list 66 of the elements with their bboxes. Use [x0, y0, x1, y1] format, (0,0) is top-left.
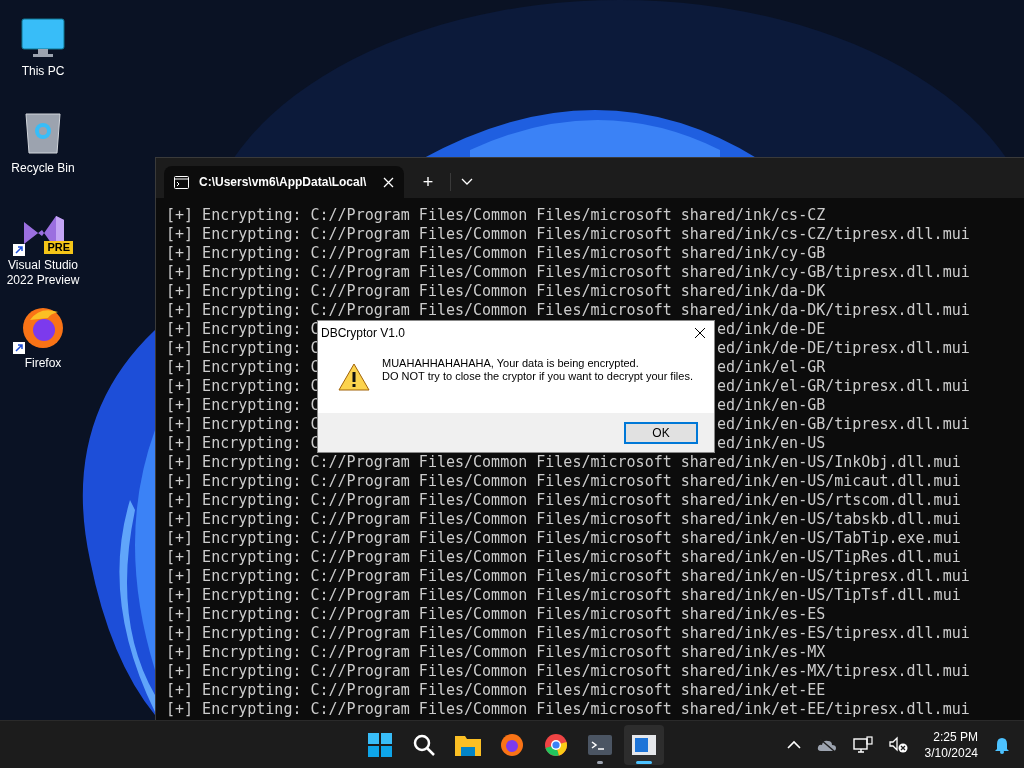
terminal-line: [+] Encrypting: C://Program Files/Common Files/microsoft shared/ink/es-MX/tipresx.dll.mui	[166, 662, 970, 681]
terminal-line: ed/ink/el-GR/tipresx.dll.mui	[716, 377, 970, 396]
warning-icon	[338, 363, 370, 391]
cloud-icon[interactable]	[816, 737, 837, 752]
chrome-icon	[544, 732, 568, 757]
network-icon[interactable]	[852, 735, 873, 754]
clock-time[interactable]: 2:25 PM	[933, 728, 978, 745]
desktop-icon-label: Recycle Bin	[11, 161, 75, 176]
terminal-line: [+] Encrypting: C://Program Files/Common Files/microsoft shared/ink/cy-GB	[166, 244, 826, 263]
terminal-line: [+] Encrypting: C://Program Files/Common Files/microsoft shared/ink/en-US/rtscom.dll.mui	[166, 491, 961, 510]
terminal-line: ed/ink/en-GB	[716, 396, 826, 415]
desktop-icon[interactable]: Firefox	[4, 302, 82, 371]
terminal-icon	[588, 734, 612, 755]
dialog-message: DO NOT try to close the cryptor if you want to decrypt your files.	[382, 370, 693, 383]
desktop-icon-label: Firefox	[24, 356, 62, 371]
terminal-line: [+] Encrypting: C://Program Files/Common Files/microsoft shared/ink/et-EE	[166, 681, 826, 700]
terminal-line: ed/ink/en-GB/tipresx.dll.mui	[716, 415, 970, 434]
terminal-line: [+] Encrypting: C://Program Files/Common Files/microsoft shared/ink/es-ES/tipresx.dll.mui	[166, 624, 970, 643]
preview-badge: PRE	[44, 241, 73, 254]
desktop-icon[interactable]: This PC	[4, 10, 82, 79]
terminal-line: [+] Encrypting: C://Program Files/Common Files/microsoft shared/ink/en-US/TabTip.exe.mui	[166, 529, 961, 548]
terminal-tab[interactable]: C:\Users\vm6\AppData\Local\	[164, 166, 404, 198]
terminal-line: [+] Encrypting: C://Program Files/Common Files/microsoft shared/ink/es-ES	[166, 605, 826, 624]
terminal-line: [+] Encrypting: C://Program Files/Common Files/microsoft shared/ink/en-US/TipTsf.dll.mui	[166, 586, 961, 605]
clock-date[interactable]: 3/10/2024	[924, 744, 978, 761]
shortcut-arrow-icon	[13, 342, 25, 354]
terminal-line: [+] Encrypting: C://Program Files/Common Files/microsoft shared/ink/en-US/tabskb.dll.mui	[166, 510, 961, 529]
windows-logo-icon	[368, 732, 392, 757]
chevron-down-icon[interactable]	[461, 178, 473, 186]
ok-button[interactable]: OK	[624, 421, 698, 444]
desktop-icon-label: Visual Studio 2022 Preview	[5, 258, 81, 288]
recycle-bin-icon	[24, 111, 62, 155]
search-icon	[412, 732, 436, 757]
desktop-icon-label: This PC	[21, 64, 65, 79]
terminal-line: [+] Encrypting: C://Program Files/Common Files/microsoft shared/ink/en-US/TipRes.dll.mui	[166, 548, 961, 567]
console-icon	[174, 175, 189, 189]
terminal-line: [+] Encrypting: C://Program Files/Common Files/microsoft shared/ink/cs-CZ/tipresx.dll.mui	[166, 225, 970, 244]
terminal-line: [+] Encrypting: C://Program Files/Common Files/microsoft shared/ink/en-US/micaut.dll.mui	[166, 472, 961, 491]
terminal-line: [+] Encrypting: C://Program Files/Common Files/microsoft shared/ink/es-MX	[166, 643, 826, 662]
monitor-icon	[21, 18, 65, 58]
window-app-icon	[632, 734, 656, 755]
terminal-line: ed/ink/en-US	[716, 434, 826, 453]
muted-speaker-icon[interactable]	[888, 735, 909, 754]
terminal-line: [+] Encrypting: C://Program Files/Common Files/microsoft shared/ink/cy-GB/tipresx.dll.mui	[166, 263, 970, 282]
terminal-line: [+] Encrypting: C://Program Files/Common Files/microsoft shared/ink/en-US/InkObj.dll.mui	[166, 453, 961, 472]
tab-title: C:\Users\vm6\AppData\Local\	[199, 174, 367, 191]
terminal-line: [+] Encrypting: C://Program Files/Common Files/microsoft shared/ink/da-DK	[166, 282, 826, 301]
folder-icon	[455, 733, 481, 756]
terminal-line: ed/ink/el-GR	[716, 358, 826, 377]
chevron-up-icon[interactable]	[786, 739, 801, 750]
close-icon[interactable]	[694, 327, 706, 339]
terminal-line: [+] Encrypting: C://Program Files/Common Files/microsoft shared/ink/cs-CZ	[166, 206, 826, 225]
terminal-line: ed/ink/de-DE	[716, 320, 826, 339]
firefox-icon	[500, 732, 524, 757]
shortcut-arrow-icon	[13, 244, 25, 256]
terminal-line: [+] Encrypting: C://Program Files/Common Files/microsoft shared/ink/da-DK/tipresx.dll.mui	[166, 301, 970, 320]
terminal-line: [+] Encrypting: C://Program Files/Common Files/microsoft shared/ink/en-US/tipresx.dll.mui	[166, 567, 970, 586]
desktop-icon[interactable]: PRE Visual Studio 2022 Preview	[4, 204, 82, 288]
bell-icon[interactable]	[994, 735, 1010, 754]
desktop-icon[interactable]: Recycle Bin	[4, 107, 82, 176]
taskbar-app[interactable]	[624, 724, 664, 765]
dialog-message: MUAHAHHAHAHAHA, Your data is being encrypted.	[382, 357, 640, 370]
terminal-line: [+] Encrypting: C://Program Files/Common Files/microsoft shared/ink/et-EE/tipresx.dll.mui	[166, 700, 970, 719]
new-tab-button[interactable]: +	[416, 173, 440, 191]
terminal-line: ed/ink/de-DE/tipresx.dll.mui	[716, 339, 970, 358]
dialog-title: DBCryptor V1.0	[321, 325, 406, 342]
